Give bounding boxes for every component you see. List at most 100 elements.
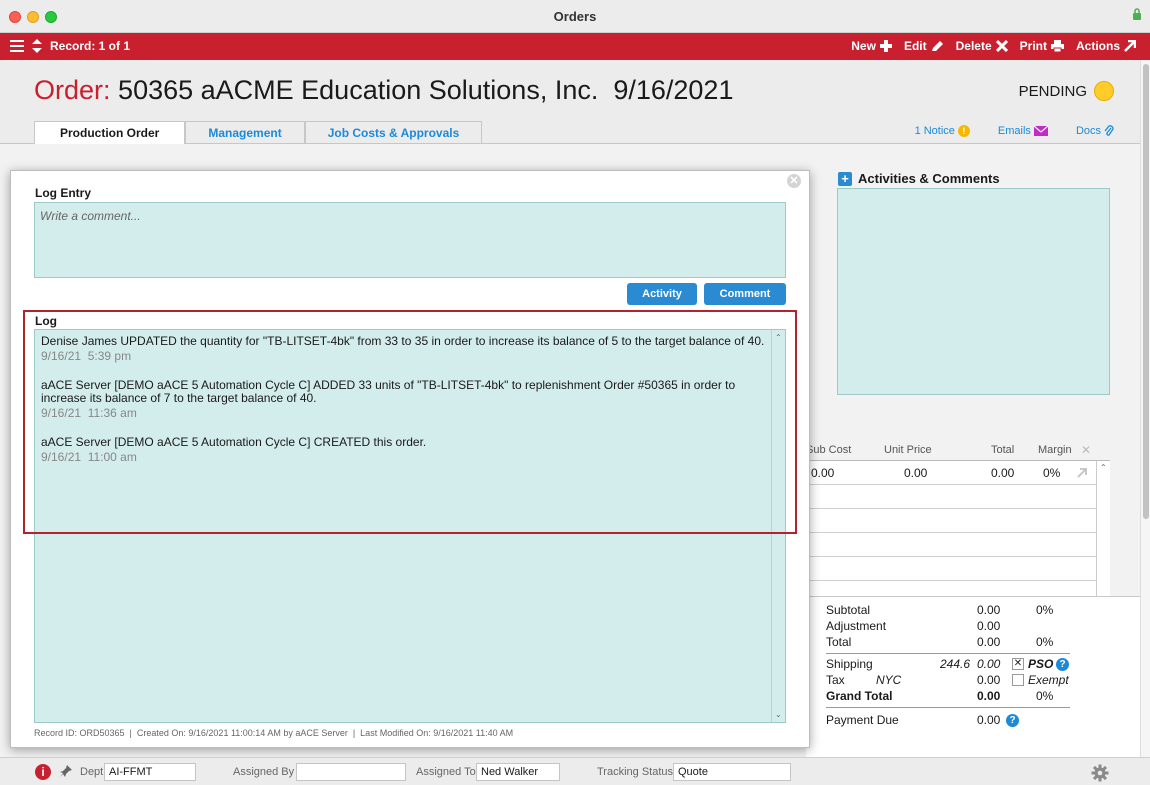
page-title-text: 50365 aACME Education Solutions, Inc. 9/…	[118, 75, 734, 105]
log-list[interactable]: Denise James UPDATED the quantity for "T…	[34, 329, 786, 723]
status-label: PENDING	[1018, 82, 1087, 100]
pso-checkbox[interactable]: ✕	[1012, 658, 1024, 670]
log-dialog: ✕ Log Entry Write a comment... Activity …	[10, 170, 810, 748]
menu-icon[interactable]	[10, 40, 24, 52]
log-entry-text: aACE Server [DEMO aACE 5 Automation Cycl…	[41, 378, 736, 405]
pso-help-icon[interactable]: ?	[1056, 658, 1069, 671]
adjustment-value[interactable]: 0.00	[977, 619, 1000, 633]
actions-label: Actions	[1075, 39, 1120, 53]
warning-icon: !	[957, 125, 970, 137]
edit-label: Edit	[903, 39, 927, 53]
pin-icon[interactable]	[60, 765, 72, 777]
docs-link[interactable]: Docs	[1076, 125, 1114, 137]
comment-button[interactable]: Comment	[704, 283, 786, 305]
tax-value: 0.00	[977, 673, 1001, 687]
line-items-table: 0.00 0.00 0.00 0%	[806, 460, 1096, 596]
lock-icon	[1133, 8, 1141, 20]
payment-help-icon[interactable]: ?	[1006, 714, 1019, 727]
plus-icon	[879, 40, 892, 52]
cell-sub-cost: 0.00	[811, 466, 835, 480]
log-entry-time: 9/16/21 5:39 pm	[41, 349, 132, 363]
tab-job-costs-approvals[interactable]: Job Costs & Approvals	[304, 121, 483, 143]
page-scrollbar[interactable]	[1140, 60, 1150, 757]
arrow-up-right-icon	[1124, 40, 1136, 52]
subtotal-pct: 0%	[1036, 603, 1054, 617]
emails-link[interactable]: Emails	[998, 125, 1048, 137]
log-scrollbar[interactable]: ⌃ ⌄	[771, 330, 785, 722]
subtotal-label: Subtotal	[826, 603, 871, 617]
close-icon[interactable]: ✕	[787, 174, 801, 188]
add-activity-icon[interactable]: +	[838, 171, 852, 186]
margin-close-icon[interactable]: ✕	[1081, 443, 1091, 457]
tracking-status-field[interactable]: Quote	[673, 763, 791, 781]
table-row[interactable]: 0.00 0.00 0.00 0%	[806, 461, 1096, 485]
notice-link[interactable]: 1 Notice !	[915, 125, 970, 137]
log-entry-label: Log Entry	[35, 186, 91, 200]
gear-icon[interactable]	[1091, 764, 1109, 782]
table-row[interactable]	[806, 485, 1096, 509]
col-unit-price: Unit Price	[884, 444, 932, 456]
status-bar: i Dept AI-FFMT Assigned By Assigned To N…	[0, 757, 1150, 785]
table-row[interactable]	[806, 509, 1096, 533]
assigned-by-field[interactable]	[296, 763, 406, 781]
cell-margin: 0%	[1043, 466, 1061, 480]
status-badge: PENDING	[1019, 81, 1114, 101]
divider	[826, 653, 1070, 654]
x-icon	[995, 40, 1008, 52]
record-counter: Record: 1 of 1	[50, 39, 131, 53]
assigned-to-label: Assigned To	[416, 766, 476, 778]
record-navigator-icon[interactable]	[32, 39, 42, 53]
tax-row: Tax NYC 0.00 Exempt	[826, 673, 1126, 689]
chevron-down-icon[interactable]: ⌄	[775, 710, 782, 719]
log-entry-time: 9/16/21 11:36 am	[41, 406, 137, 420]
shipping-row: Shipping 244.6 0.00 ✕ PSO ?	[826, 657, 1126, 673]
shipping-weight: 244.6	[940, 657, 971, 671]
notice-label: 1 Notice	[914, 125, 955, 137]
exempt-checkbox[interactable]	[1012, 674, 1024, 686]
tab-management[interactable]: Management	[185, 121, 305, 143]
delete-button[interactable]: Delete	[956, 39, 1008, 53]
list-item: aACE Server [DEMO aACE 5 Automation Cycl…	[41, 378, 767, 421]
dept-field[interactable]: AI-FFMT	[104, 763, 196, 781]
log-entry-time: 9/16/21 11:00 am	[41, 450, 137, 464]
header-links: 1 Notice ! Emails Docs	[915, 125, 1114, 137]
emails-label: Emails	[997, 125, 1031, 137]
actions-button[interactable]: Actions	[1076, 39, 1136, 53]
log-label: Log	[35, 314, 57, 328]
comment-input[interactable]: Write a comment...	[34, 202, 786, 278]
col-total: Total	[991, 444, 1015, 456]
total-pct: 0%	[1036, 635, 1054, 649]
envelope-icon	[1033, 126, 1048, 136]
open-line-icon[interactable]	[1077, 468, 1087, 478]
assigned-to-field[interactable]: Ned Walker	[476, 763, 560, 781]
window-title: Orders	[553, 9, 597, 24]
activity-button[interactable]: Activity	[627, 283, 697, 305]
assigned-by-label: Assigned By	[233, 766, 295, 778]
shipping-value[interactable]: 0.00	[977, 657, 1000, 671]
new-button[interactable]: New	[851, 39, 892, 53]
log-entry-text: Denise James UPDATED the quantity for "T…	[41, 334, 765, 348]
tab-production-order[interactable]: Production Order	[34, 121, 186, 144]
print-button[interactable]: Print	[1020, 39, 1064, 53]
edit-button[interactable]: Edit	[904, 39, 944, 53]
subtotal-value: 0.00	[977, 603, 1001, 617]
shipping-label: Shipping	[826, 657, 873, 671]
page-scrollbar-thumb[interactable]	[1143, 64, 1149, 519]
activities-list[interactable]	[837, 188, 1110, 395]
line-items-scrollbar[interactable]: ⌃	[1096, 460, 1110, 596]
total-label: Total	[826, 635, 852, 649]
table-row[interactable]	[806, 557, 1096, 581]
total-value: 0.00	[977, 635, 1001, 649]
page-title-prefix: Order:	[34, 75, 111, 105]
paperclip-icon	[1104, 125, 1114, 136]
table-row[interactable]	[806, 533, 1096, 557]
grand-total-label: Grand Total	[826, 689, 893, 703]
grand-total-value: 0.00	[977, 689, 1001, 703]
payment-due-row: Payment Due 0.00 ?	[826, 713, 1126, 729]
adjustment-row: Adjustment 0.00	[826, 619, 1126, 635]
chevron-up-icon[interactable]: ⌃	[775, 333, 782, 342]
totals-panel: Subtotal 0.00 0% Adjustment 0.00 Total 0…	[806, 596, 1140, 757]
info-icon[interactable]: i	[35, 764, 51, 780]
tax-label: Tax	[826, 673, 845, 687]
chevron-up-icon[interactable]: ⌃	[1100, 463, 1107, 472]
